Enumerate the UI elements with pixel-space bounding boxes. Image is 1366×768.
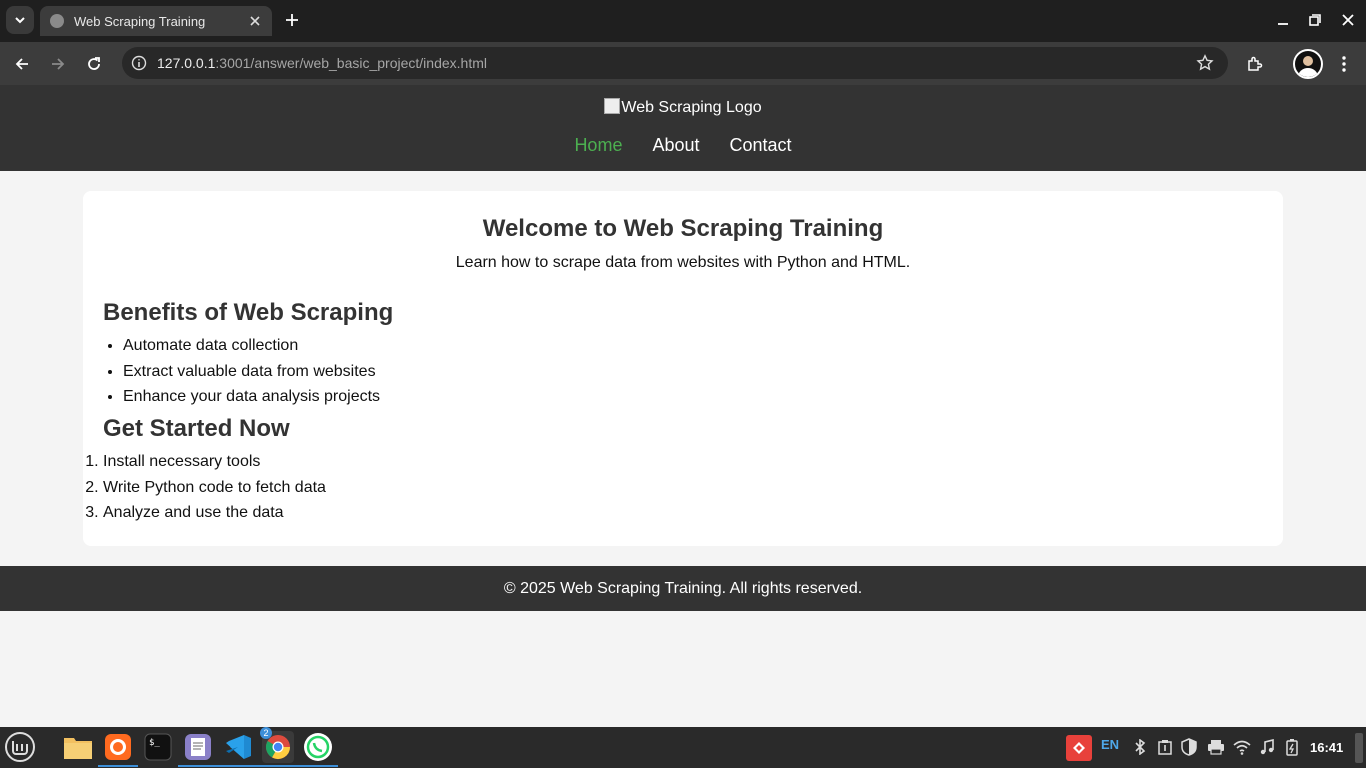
taskbar-chrome[interactable]: 2 [258,727,298,767]
benefits-list: Automate data collection Extract valuabl… [123,336,380,413]
list-item: Install necessary tools [103,452,326,478]
clock: 16:41 [1310,740,1344,755]
nav-home-link[interactable]: Home [574,135,622,156]
list-item: Write Python code to fetch data [103,478,326,504]
restore-button[interactable] [1305,10,1325,30]
close-icon [250,16,260,26]
close-icon [1342,14,1354,26]
bluetooth-icon[interactable] [1134,739,1146,755]
restore-icon [1309,14,1321,26]
tab-title: Web Scraping Training [74,13,206,29]
active-indicator [98,765,138,767]
tab-close-button[interactable] [246,12,264,30]
url-path: :3001/answer/web_basic_project/index.htm… [215,55,487,71]
taskbar-text-editor[interactable] [178,731,218,767]
url-host: 127.0.0.1 [157,55,216,71]
anydesk-icon [1073,742,1085,754]
arrow-right-icon [52,58,65,70]
plus-icon [286,14,298,26]
battery-charging-icon[interactable] [1285,738,1301,756]
steps-list: Install necessary tools Write Python cod… [103,452,326,529]
reload-button[interactable] [80,50,108,78]
list-item: Enhance your data analysis projects [123,387,380,413]
bookmark-star-icon[interactable] [1196,54,1214,72]
more-vertical-icon [1342,56,1346,72]
shield-icon[interactable] [1181,738,1197,756]
get-started-heading: Get Started Now [103,415,290,442]
active-indicator [218,765,258,767]
main-nav: Home About Contact [0,135,1366,156]
list-item: Extract valuable data from websites [123,362,380,388]
logo-alt-text: Web Scraping Logo [621,99,762,116]
minimize-button[interactable] [1273,10,1293,30]
clipboard-icon[interactable] [1157,739,1173,755]
benefits-heading: Benefits of Web Scraping [103,299,394,326]
printer-icon[interactable] [1207,739,1225,755]
active-indicator [178,765,218,767]
firefox-icon [105,734,131,760]
puzzle-icon [1248,56,1263,71]
active-indicator [258,765,298,767]
svg-text:$_: $_ [149,738,160,748]
start-menu-button[interactable] [4,731,36,763]
site-info-icon[interactable] [131,55,147,71]
main-content-card: Welcome to Web Scraping Training Learn h… [83,191,1283,546]
nav-contact-link[interactable]: Contact [730,135,792,156]
site-footer: © 2025 Web Scraping Training. All rights… [0,566,1366,611]
music-note-icon[interactable] [1259,739,1275,755]
minimize-icon [1278,23,1288,25]
welcome-subtitle: Learn how to scrape data from websites w… [455,254,911,271]
reload-icon [88,57,100,70]
extensions-button[interactable] [1241,50,1269,78]
list-item: Analyze and use the data [103,503,326,529]
welcome-title: Welcome to Web Scraping Training [482,215,884,242]
list-item: Automate data collection [123,336,380,362]
forward-button[interactable] [44,50,72,78]
keyboard-language[interactable]: EN [1101,737,1119,752]
close-window-button[interactable] [1338,10,1358,30]
address-bar[interactable]: 127.0.0.1:3001/answer/web_basic_project/… [122,47,1228,79]
browser-tab[interactable]: Web Scraping Training [40,6,272,36]
taskbar-files[interactable] [62,731,94,763]
taskbar-terminal[interactable]: $_ [142,731,174,763]
tab-search-button[interactable] [6,6,34,34]
window-count-badge: 2 [260,727,272,739]
wifi-icon[interactable] [1233,739,1251,755]
os-taskbar: $_ 2 EN 16:41 [0,727,1366,768]
url-text[interactable]: 127.0.0.1:3001/answer/web_basic_project/… [157,55,487,71]
mint-logo-icon [5,732,35,762]
browser-toolbar: 127.0.0.1:3001/answer/web_basic_project/… [0,42,1366,85]
show-desktop-button[interactable] [1355,733,1363,763]
chevron-down-icon [15,17,25,24]
browser-tabstrip: Web Scraping Training [0,0,1366,42]
taskbar-firefox[interactable] [98,731,138,767]
terminal-icon: $_ [144,733,172,761]
arrow-left-icon [15,58,28,70]
globe-icon [50,14,64,28]
new-tab-button[interactable] [280,8,304,32]
browser-menu-button[interactable] [1330,50,1358,78]
folder-icon [64,738,92,759]
taskbar-vscode[interactable] [218,731,258,767]
profile-avatar[interactable] [1293,49,1323,79]
taskbar-whatsapp[interactable] [298,731,338,767]
tray-anydesk[interactable] [1066,735,1092,761]
text-editor-icon [185,734,211,760]
site-logo: Web Scraping Logo [0,98,1366,117]
site-header: Web Scraping Logo Home About Contact [0,85,1366,171]
broken-image-icon [604,98,621,114]
whatsapp-icon [304,733,332,761]
nav-about-link[interactable]: About [652,135,699,156]
back-button[interactable] [8,50,36,78]
active-indicator [298,765,338,767]
vscode-icon [226,735,251,759]
